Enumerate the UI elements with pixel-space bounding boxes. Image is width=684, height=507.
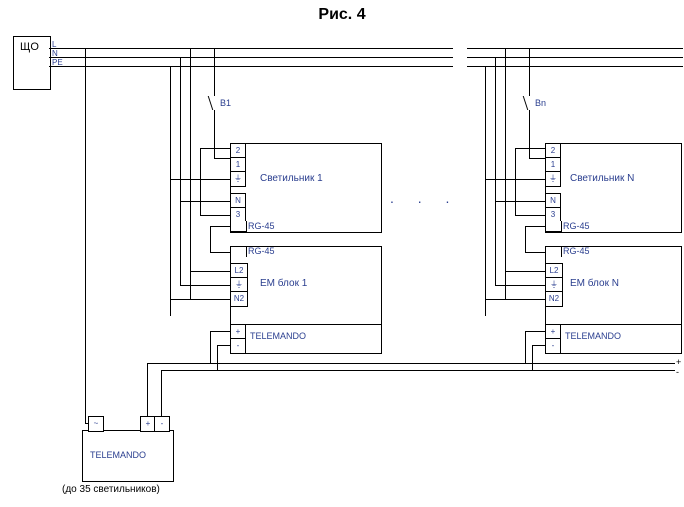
bus-minus xyxy=(161,370,675,371)
em-tele-label: TELEMANDO xyxy=(250,331,306,341)
lamp-box xyxy=(230,143,382,233)
switch-label: B1 xyxy=(220,98,231,108)
source-label: ЩО xyxy=(20,41,39,53)
telemando-note: (до 35 светильников) xyxy=(62,484,160,495)
main-drop xyxy=(85,48,86,423)
em-tele-minus: - xyxy=(230,338,246,354)
lamp-term-gnd: ⏚ xyxy=(230,171,246,187)
figure-title: Рис. 4 xyxy=(0,6,684,24)
source-box: ЩО xyxy=(13,36,51,90)
bus-minus-label: - xyxy=(676,367,679,377)
unit-group-1: B1 Светильник 1 2 1 ⏚ N 3 RG-45 RG-45 L2… xyxy=(150,48,390,388)
bus-plus-label: + xyxy=(676,357,681,367)
switch-label: Bn xyxy=(535,98,546,108)
tele-term-minus: - xyxy=(154,416,170,432)
telemando-label: TELEMANDO xyxy=(90,450,146,460)
em-rg45: RG-45 xyxy=(248,246,275,256)
lamp-label: Светильник 1 xyxy=(260,173,323,184)
ellipsis: . . . xyxy=(390,190,459,206)
em-label: ЕМ блок 1 xyxy=(260,278,307,289)
tele-term-ac: ~ xyxy=(88,416,104,432)
em-term-n2: N2 xyxy=(230,291,248,307)
lamp-box xyxy=(545,143,682,233)
lamp-label: Светильник N xyxy=(570,173,634,184)
bus-plus xyxy=(147,363,675,364)
lamp-rg45: RG-45 xyxy=(248,221,275,231)
unit-group-n: Bn Светильник N 2 1 ⏚ N 3 RG-45 RG-45 L2… xyxy=(465,48,684,388)
